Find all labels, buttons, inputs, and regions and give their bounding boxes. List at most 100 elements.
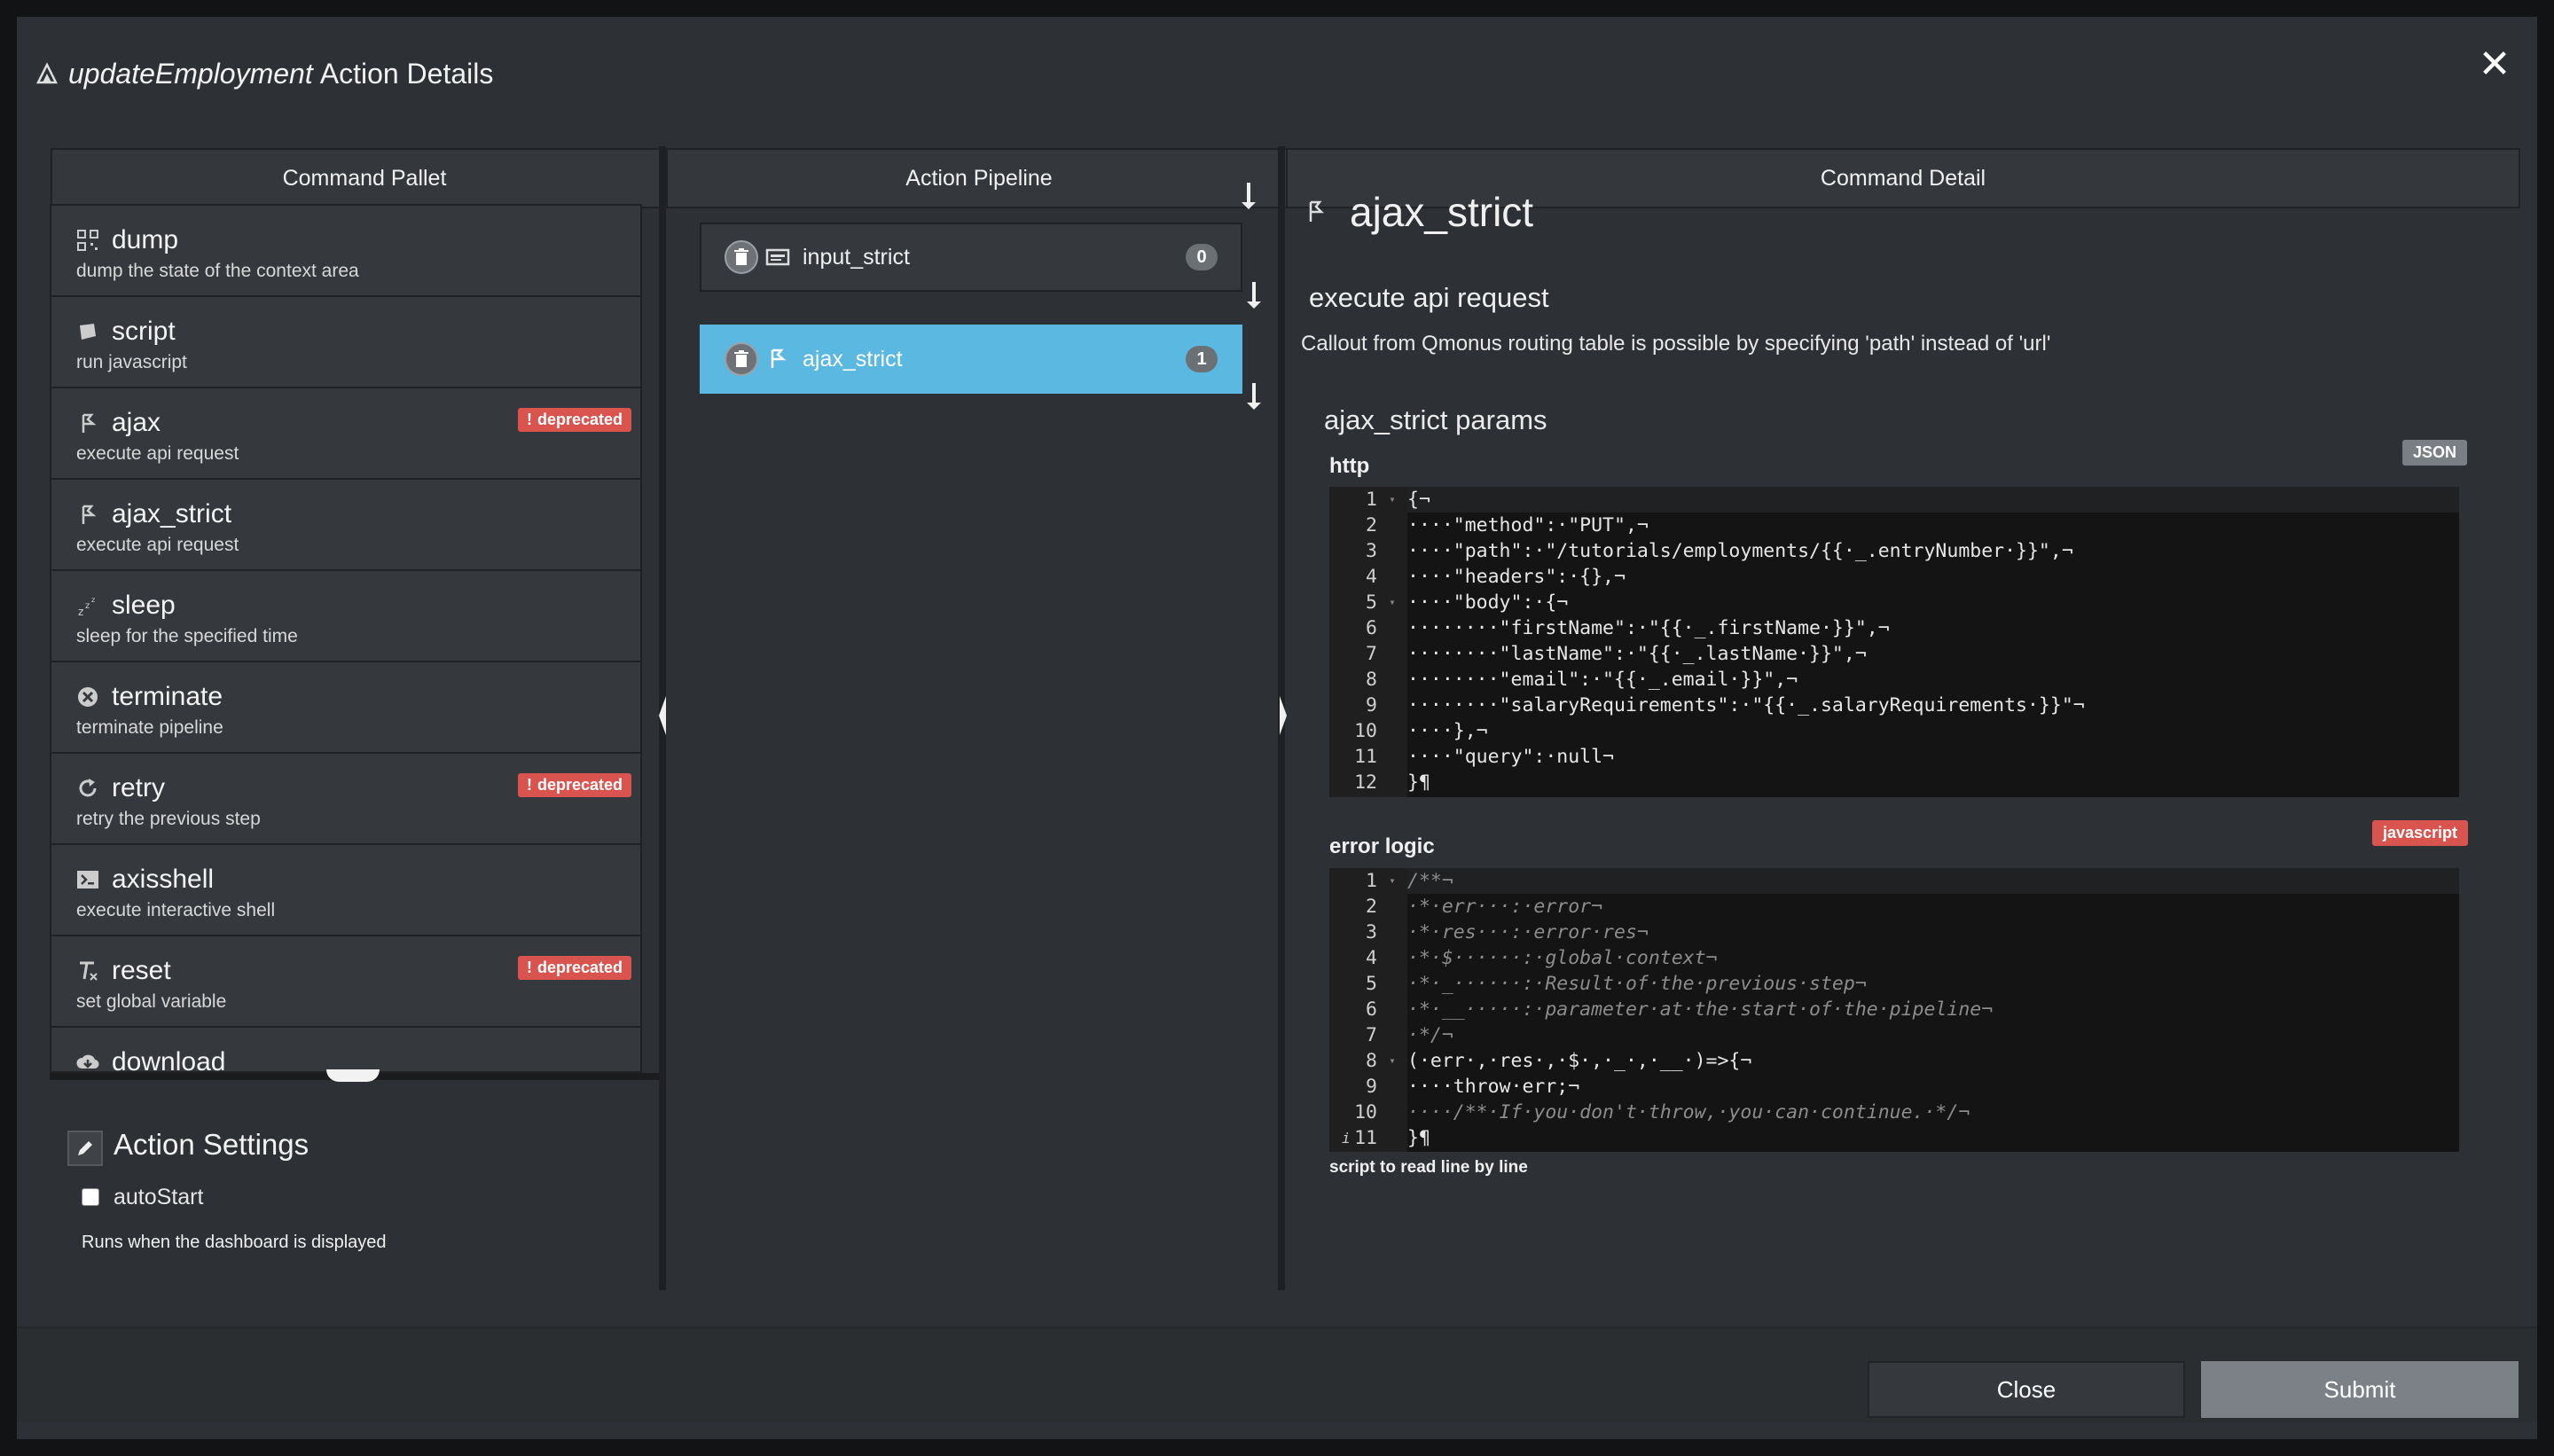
autostart-checkbox[interactable] [82,1188,99,1206]
line-number: 8 [1366,1050,1377,1072]
modal-title: updateEmployment Action Details [35,56,493,91]
line-number: 9 [1366,1076,1377,1098]
fold-gutter [1383,1022,1402,1048]
line-number: 12 [1354,771,1377,794]
line-number: 10 [1354,1101,1377,1123]
palette-item-title: terminate [76,682,615,712]
palette-item-desc: dump the state of the context area [76,261,359,281]
line-number: 7 [1366,1024,1377,1046]
palette-item-retry[interactable]: retry retry the previous step! deprecated [51,754,640,845]
submit-button[interactable]: Submit [2201,1361,2519,1418]
splitter-right[interactable] [1278,146,1287,1290]
http-label: http [1329,454,1370,478]
palette-item-desc: terminate pipeline [76,717,223,738]
fold-gutter [1383,693,1402,718]
code-text: ····},¬ [1407,720,1488,742]
command-subtitle: execute api request [1309,282,1549,313]
palette-item-script[interactable]: script run javascript [51,297,640,388]
palette-scroll-handle[interactable] [326,1069,380,1082]
deprecated-label: deprecated [537,776,623,794]
code-line: 5 ▾ ····"body":·{¬ [1329,590,2459,615]
code-text: ····"query":·null¬ [1407,746,1614,768]
params-title: ajax_strict params [1324,404,1547,435]
code-line: 2 ····"method":·"PUT",¬ [1329,513,2459,538]
code-line: 2 ·*·err···:·error¬ [1329,894,2459,920]
pipeline-arrow-icon [1247,383,1261,410]
ajax-icon [765,347,790,372]
fold-gutter [1383,971,1402,997]
fold-arrow-icon[interactable]: ▾ [1383,487,1402,513]
palette-item-name: ajax_strict [112,499,232,528]
palette-item-desc: execute interactive shell [76,900,276,920]
pencil-icon[interactable] [67,1131,103,1166]
palette-item-reset[interactable]: reset set global variable! deprecated [51,936,640,1028]
code-line: 6 ·*·__·····:·parameter·at·the·start·of·t… [1329,997,2459,1022]
http-code-editor[interactable]: 1 ▾ {¬ 2 ····"method":·"PUT",¬ 3 ····"path":·"… [1329,487,2459,797]
modal-title-text: Action Details [319,57,494,90]
script-icon [76,320,99,343]
line-number: 4 [1366,947,1377,969]
palette-item-title: z z z sleep [76,591,615,621]
splitter-left[interactable] [659,146,666,1290]
command-detail-title: ajax_strict [1304,188,1533,236]
pipeline-step-input-strict[interactable]: input_strict 0 [700,223,1242,292]
trash-icon[interactable] [725,240,758,274]
line-number: 9 [1366,694,1377,716]
json-tag: JSON [2402,440,2468,466]
fold-gutter [1383,770,1402,795]
line-number: 2 [1366,514,1377,536]
command-pallet-list[interactable]: dump dump the state of the context area sc… [50,204,642,1073]
line-number: 3 [1366,540,1377,562]
palette-item-title: ajax_strict [76,499,615,529]
close-button[interactable]: Close [1868,1361,2185,1418]
palette-item-ajax-strict[interactable]: ajax_strict execute api request [51,480,640,571]
deprecated-badge: ! deprecated [517,773,631,797]
palette-item-ajax[interactable]: ajax execute api request! deprecated [51,388,640,480]
pipeline-step-name: ajax_strict [803,346,903,372]
palette-item-download[interactable]: download [51,1028,640,1071]
code-text: ········"salaryRequirements":·"{{·_.sala… [1407,694,2085,716]
clear-format-icon [76,959,99,982]
pipeline-step-ajax-strict[interactable]: ajax_strict 1 [700,325,1242,394]
fold-arrow-icon[interactable]: ▾ [1383,868,1402,894]
fold-arrow-icon[interactable]: ▾ [1383,590,1402,615]
palette-item-name: sleep [112,591,176,620]
error-logic-code-editor[interactable]: 1 ▾/**¬ 2 ·*·err···:·error¬ 3 ·*·res···:·erro… [1329,868,2459,1152]
code-text: ····/**·If·you·don't·throw,·you·can·cont… [1407,1101,1970,1123]
fold-gutter [1383,997,1402,1022]
fold-gutter [1383,718,1402,744]
palette-item-sleep[interactable]: z z z sleep sleep for the specified time [51,571,640,662]
code-line: 3 ····"path":·"/tutorials/employments/{{·… [1329,538,2459,564]
code-line: 9 ········"salaryRequirements":·"{{·_.sal… [1329,693,2459,718]
deprecated-label: deprecated [537,411,623,428]
action-settings-title: Action Settings [114,1128,309,1161]
command-description: Callout from Qmonus routing table is pos… [1301,332,2051,356]
line-number: 3 [1366,921,1377,943]
line-number: 6 [1366,617,1377,639]
palette-item-dump[interactable]: dump dump the state of the context area [51,206,640,297]
code-text: ········"email":·"{{·_.email·}}",¬ [1407,669,1798,691]
status-bar [0,1439,2554,1456]
line-number: 5 [1366,973,1377,995]
code-text: /**¬ [1407,870,1453,892]
command-pallet-header: Command Pallet [51,148,678,208]
palette-item-desc: retry the previous step [76,809,261,829]
code-line: 8 ········"email":·"{{·_.email·}}",¬ [1329,667,2459,693]
terminate-icon [76,685,99,708]
close-icon[interactable]: ✕ [2477,45,2512,84]
code-line: 1 ▾/**¬ [1329,868,2459,894]
palette-item-terminate[interactable]: terminate terminate pipeline [51,662,640,754]
info-icon[interactable]: i [1342,1125,1351,1151]
action-pipeline-header: Action Pipeline [666,148,1292,208]
code-text: ·*/¬ [1407,1024,1453,1046]
palette-item-desc: sleep for the specified time [76,626,298,646]
trash-icon[interactable] [725,342,758,376]
code-text: ·*·err···:·error¬ [1407,896,1603,918]
line-number: 11 i [1342,1125,1377,1151]
palette-item-desc: execute api request [76,443,239,464]
deprecated-badge: ! deprecated [517,956,631,980]
code-line: 11 ····"query":·null¬ [1329,744,2459,770]
line-number: 10 [1354,720,1377,742]
fold-arrow-icon[interactable]: ▾ [1383,1048,1402,1074]
palette-item-axisshell[interactable]: axisshell execute interactive shell [51,845,640,936]
